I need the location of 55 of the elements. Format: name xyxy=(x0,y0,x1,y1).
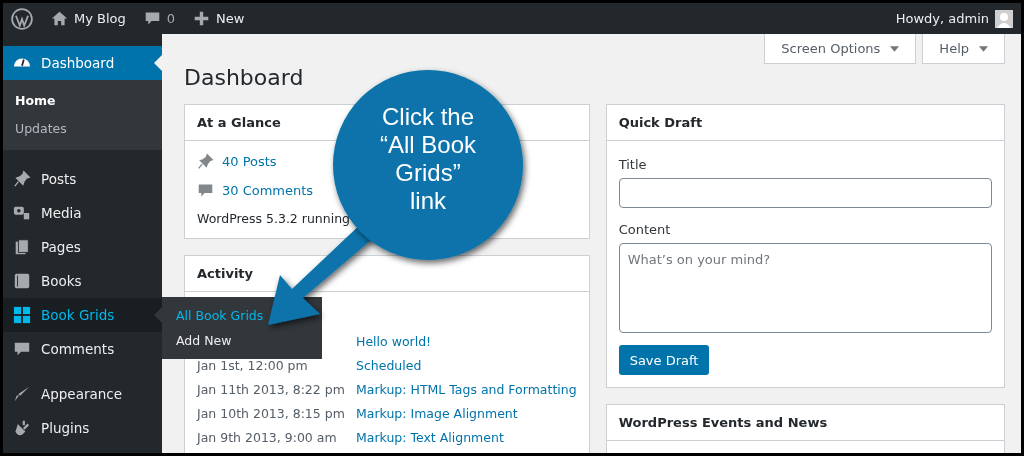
menu-item[interactable]: Appearance xyxy=(3,377,162,411)
caret-icon xyxy=(890,45,900,52)
field-label: Title xyxy=(618,157,647,172)
activity-date: Jan 11th 2013, 8:22 pm xyxy=(197,382,346,397)
avatar-icon xyxy=(995,9,1013,28)
save-draft-button[interactable]: Save Draft xyxy=(618,345,710,375)
activity-date: Jan 9th 2013, 9:00 am xyxy=(197,430,338,445)
menu-item[interactable]: Books xyxy=(3,264,162,298)
wordpress-logo[interactable] xyxy=(11,7,33,30)
submenu-item[interactable]: All Book Grids xyxy=(162,303,322,328)
field-label: Content xyxy=(618,222,671,237)
menu-item[interactable]: Comments xyxy=(3,332,162,366)
submenu-item[interactable]: Add New xyxy=(162,328,322,353)
version-text: WordPress 5.3.2 running xyxy=(197,211,351,226)
activity-date: Jan 10th 2013, 8:15 pm xyxy=(197,406,346,421)
plug-icon xyxy=(13,419,31,437)
speech-bubble-icon xyxy=(197,182,214,199)
account-menu[interactable]: Howdy, admin xyxy=(895,9,1013,28)
title-field[interactable] xyxy=(618,178,992,208)
panel-title: Quick Draft xyxy=(606,105,1004,141)
pin-icon xyxy=(197,153,214,170)
menu-item[interactable]: Posts xyxy=(3,162,162,196)
home-icon xyxy=(51,10,68,27)
submenu-item[interactable]: Updates xyxy=(3,115,162,143)
menu-item[interactable]: Pages xyxy=(3,230,162,264)
new-link[interactable]: New xyxy=(193,10,245,27)
content-field[interactable]: What’s on your mind? xyxy=(618,243,992,333)
pages-icon xyxy=(13,238,31,256)
book-icon xyxy=(13,272,31,290)
menu-item[interactable]: Dashboard xyxy=(3,46,162,80)
page-title: Dashboard xyxy=(184,65,305,90)
grid-icon xyxy=(13,306,31,324)
plus-icon xyxy=(193,10,211,27)
callout-text: Click the “All Book Grids” link xyxy=(378,103,477,215)
post-link[interactable]: Scheduled xyxy=(356,358,422,373)
menu-item[interactable]: Media xyxy=(3,196,162,230)
caret-icon xyxy=(979,45,988,52)
post-link[interactable]: Hello world! xyxy=(356,334,432,349)
post-link[interactable]: Markup: HTML Tags and Formatting xyxy=(356,382,577,397)
post-link[interactable]: Markup: Image Alignment xyxy=(356,406,518,421)
menu-item[interactable]: Plugins xyxy=(3,411,162,445)
submenu-item[interactable]: Home xyxy=(3,87,162,115)
speech-bubble-icon xyxy=(143,10,161,27)
pin-icon xyxy=(13,170,31,188)
screen-meta-tab[interactable]: Screen Options xyxy=(764,34,917,64)
site-link[interactable]: My Blog xyxy=(51,10,126,27)
activity-date: Jan 1st, 12:00 pm xyxy=(197,358,309,373)
menu-item[interactable]: Book Grids xyxy=(3,298,162,332)
posts-link[interactable]: 40 Posts xyxy=(222,154,277,169)
panel-title: WordPress Events and News xyxy=(606,405,1004,441)
screen-meta-tab[interactable]: Help xyxy=(922,34,1005,64)
post-link[interactable]: Markup: Text Alignment xyxy=(356,430,504,445)
media-icon xyxy=(13,204,31,222)
comments-link[interactable]: 0 xyxy=(143,10,176,27)
comments-link[interactable]: 30 Comments xyxy=(222,183,314,198)
